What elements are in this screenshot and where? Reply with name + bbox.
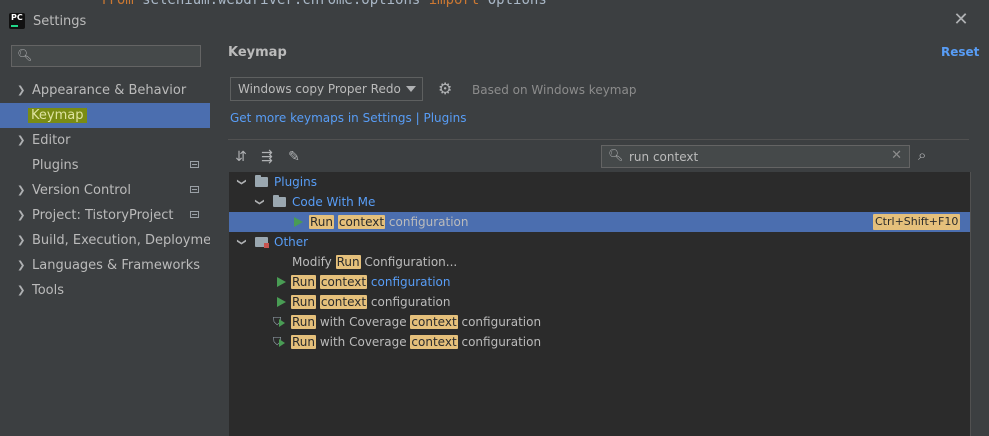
page-title: Keymap xyxy=(228,45,287,60)
edit-shortcut-icon[interactable]: ✎ xyxy=(285,148,303,166)
actions-tree: ❯ Plugins ❯ Code With Me Run context con… xyxy=(228,172,971,436)
action-label: Run with Coverage context configuration xyxy=(291,335,542,349)
find-by-shortcut-icon[interactable]: ⌕ xyxy=(918,146,926,164)
project-settings-icon xyxy=(190,161,199,168)
folder-icon xyxy=(255,175,268,187)
settings-search-box[interactable]: 🔍︎ xyxy=(11,45,201,67)
keymap-dropdown[interactable]: Windows copy Proper Redo xyxy=(230,77,423,101)
chevron-right-icon: ❯ xyxy=(17,185,26,196)
other-folder-icon xyxy=(255,237,269,248)
chevron-right-icon: ❯ xyxy=(17,85,26,96)
sidebar-item-version-control[interactable]: ❯ Version Control xyxy=(0,178,210,203)
sidebar-item-build-execution[interactable]: ❯ Build, Execution, Deployment xyxy=(0,228,224,253)
sidebar-item-label: Appearance & Behavior xyxy=(32,83,187,98)
keymap-selected-value: Windows copy Proper Redo xyxy=(238,82,401,96)
tree-node-label: Code With Me xyxy=(292,195,376,209)
sidebar-item-label: Languages & Frameworks xyxy=(32,258,201,273)
run-icon xyxy=(294,217,303,227)
sidebar-item-label: Version Control xyxy=(32,183,131,198)
settings-search-input[interactable] xyxy=(34,47,198,67)
action-label: Run context configuration xyxy=(309,215,469,229)
dropdown-arrow-icon xyxy=(406,86,416,92)
get-more-keymaps-link[interactable]: Get more keymaps in Settings | Plugins xyxy=(230,111,466,125)
project-settings-icon xyxy=(190,186,199,193)
chevron-down-icon: ❯ xyxy=(235,238,246,246)
tree-node-other[interactable]: ❯ Other xyxy=(229,232,970,252)
tree-row[interactable]: ⛉ Run with Coverage context configuratio… xyxy=(229,312,970,332)
tree-node-label: Plugins xyxy=(274,175,317,189)
action-label: Run context configuration xyxy=(291,275,451,289)
action-filter-box[interactable]: 🔍︎ run context ✕ xyxy=(601,145,910,168)
coverage-run-icon: ⛉ xyxy=(273,315,285,328)
background-code-peek: from selenium.webdriver.chrome.options i… xyxy=(100,0,547,8)
sidebar-item-label: Keymap xyxy=(28,108,88,123)
shortcut-badge: Ctrl+Shift+F10 xyxy=(873,214,961,230)
chevron-right-icon: ❯ xyxy=(17,135,26,146)
action-label: Run with Coverage context configuration xyxy=(291,315,542,329)
tree-node-plugins[interactable]: ❯ Plugins xyxy=(229,172,970,192)
tree-row[interactable]: Run context configuration xyxy=(229,272,970,292)
settings-sidebar: 🔍︎ ❯ Appearance & Behavior Keymap ❯ Edit… xyxy=(0,40,224,436)
chevron-down-icon: ❯ xyxy=(235,178,246,186)
title-bar: from selenium.webdriver.chrome.options i… xyxy=(0,0,989,40)
project-settings-icon xyxy=(190,211,199,218)
gear-icon[interactable]: ⚙ xyxy=(438,79,452,98)
clear-icon[interactable]: ✕ xyxy=(891,148,902,163)
search-icon: 🔍︎ xyxy=(17,48,33,62)
collapse-all-icon[interactable]: ⇶ xyxy=(258,148,276,166)
coverage-run-icon: ⛉ xyxy=(273,335,285,348)
action-label: Modify Run Configuration... xyxy=(292,255,458,269)
chevron-right-icon: ❯ xyxy=(17,210,26,221)
window-title: Settings xyxy=(33,14,87,29)
pycharm-logo-icon: PC xyxy=(9,13,25,29)
sidebar-item-label: Project: TistoryProject xyxy=(32,208,174,223)
sidebar-item-keymap[interactable]: Keymap xyxy=(0,103,210,128)
run-icon xyxy=(277,297,286,307)
sidebar-item-label: Build, Execution, Deployment xyxy=(32,233,225,248)
sidebar-item-editor[interactable]: ❯ Editor xyxy=(0,128,210,153)
keymap-panel: Keymap Reset Windows copy Proper Redo ⚙ … xyxy=(210,40,989,436)
sidebar-item-label: Tools xyxy=(32,283,65,298)
close-button[interactable]: ✕ xyxy=(951,10,971,30)
sidebar-item-label: Plugins xyxy=(32,158,79,173)
chevron-right-icon: ❯ xyxy=(17,260,26,271)
based-on-label: Based on Windows keymap xyxy=(472,83,637,97)
tree-node-code-with-me[interactable]: ❯ Code With Me xyxy=(229,192,970,212)
action-label: Run context configuration xyxy=(291,295,451,309)
reset-button[interactable]: Reset xyxy=(941,45,979,59)
sidebar-item-tools[interactable]: ❯ Tools xyxy=(0,278,210,303)
tree-row[interactable]: Modify Run Configuration... xyxy=(229,252,970,272)
sidebar-item-project[interactable]: ❯ Project: TistoryProject xyxy=(0,203,210,228)
run-icon xyxy=(277,277,286,287)
sidebar-item-label: Editor xyxy=(32,133,71,148)
tree-row-selected[interactable]: Run context configuration Ctrl+Shift+F10 xyxy=(229,212,970,232)
search-icon: 🔍︎ xyxy=(608,148,624,162)
sidebar-item-appearance-behavior[interactable]: ❯ Appearance & Behavior xyxy=(0,78,210,103)
action-filter-input[interactable]: run context xyxy=(624,147,716,167)
chevron-right-icon: ❯ xyxy=(17,235,26,246)
settings-nav: ❯ Appearance & Behavior Keymap ❯ Editor … xyxy=(0,78,224,303)
sidebar-item-plugins[interactable]: Plugins xyxy=(0,153,210,178)
tree-row[interactable]: ⛉ Run with Coverage context configuratio… xyxy=(229,332,970,352)
divider xyxy=(228,139,969,140)
tree-node-label: Other xyxy=(274,235,309,249)
folder-icon xyxy=(273,195,286,207)
close-icon: ✕ xyxy=(953,9,969,30)
sidebar-item-languages-frameworks[interactable]: ❯ Languages & Frameworks xyxy=(0,253,210,278)
tree-row[interactable]: Run context configuration xyxy=(229,292,970,312)
expand-all-icon[interactable]: ⇵ xyxy=(232,148,250,166)
chevron-right-icon: ❯ xyxy=(17,285,26,296)
chevron-down-icon: ❯ xyxy=(253,198,264,206)
